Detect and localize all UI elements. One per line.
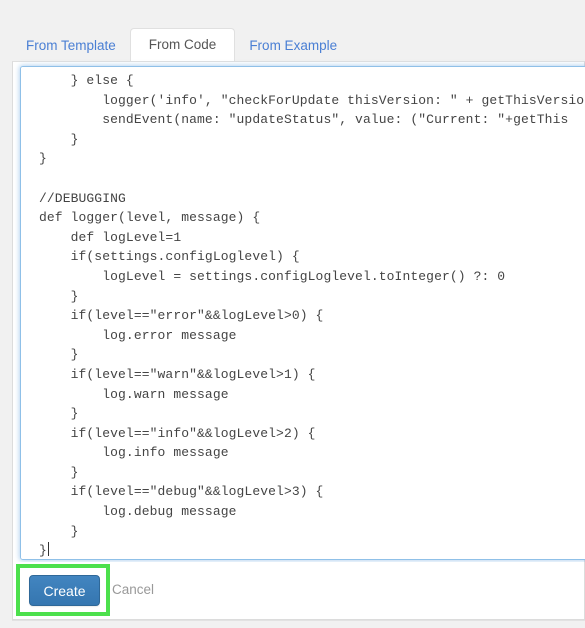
code-editor-content[interactable]: } else { logger('info', "checkForUpdate … (39, 71, 585, 559)
tab-from-template[interactable]: From Template (12, 30, 130, 63)
tab-from-code[interactable]: From Code (129, 27, 236, 62)
cancel-link[interactable]: Cancel (112, 582, 154, 597)
tab-from-example-label: From Example (249, 37, 338, 53)
text-caret (47, 542, 49, 557)
tab-from-example[interactable]: From Example (235, 30, 351, 63)
create-smartapp-page: From Template From Code From Example } e… (0, 0, 585, 628)
footer-divider (12, 620, 585, 621)
code-text: } else { logger('info', "checkForUpdate … (39, 73, 585, 559)
source-tabs: From Template From Code From Example (0, 27, 585, 63)
code-editor-surface[interactable]: } else { logger('info', "checkForUpdate … (21, 67, 585, 559)
code-editor[interactable]: } else { logger('info', "checkForUpdate … (20, 66, 585, 560)
tab-from-template-label: From Template (26, 37, 116, 53)
tab-from-code-label: From Code (148, 36, 217, 52)
create-button[interactable]: Create (29, 575, 100, 606)
